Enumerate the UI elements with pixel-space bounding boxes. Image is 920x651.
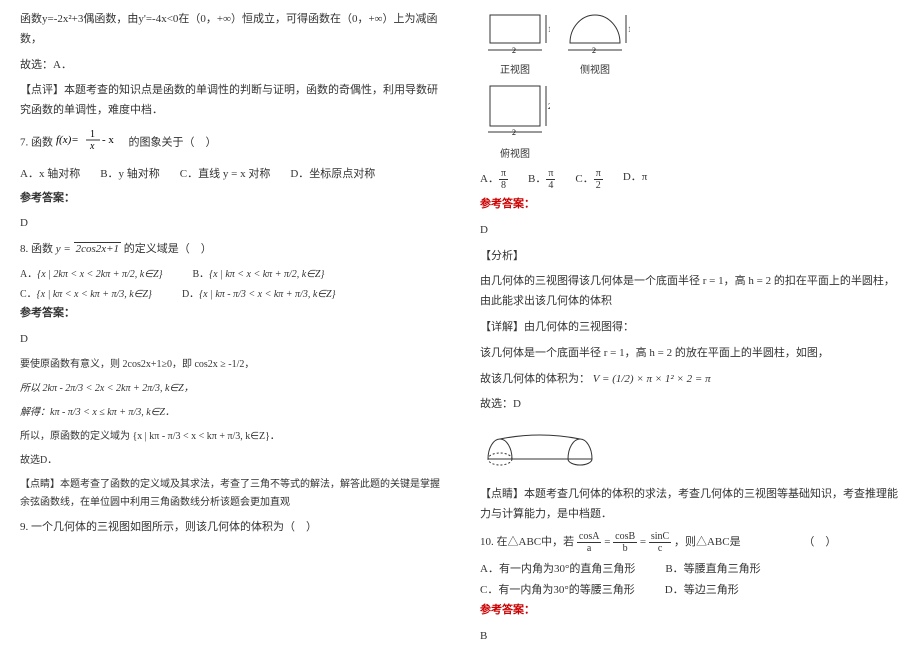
svg-text:1: 1 [548,25,550,34]
svg-text:2: 2 [592,46,596,55]
question-7: 7. 函数 f(x)= 1x - x 的图象关于（ ） [20,127,440,159]
comment: 【点睛】本题考查了函数的定义域及其求法，考查了三角不等式的解法，解答此题的关键是… [20,476,440,512]
solution-line: 故选D． [20,452,440,470]
formula-ratio: cosAa = cosBb = sinCc [577,531,671,554]
opt-c: C．直线 y = x 对称 [180,165,271,185]
svg-text:2: 2 [512,46,516,55]
formula-sqrt: y = 2cos2x+1 [56,242,121,255]
formula-fx: f(x)= 1x - x [56,127,126,159]
svg-text:x: x [89,141,95,151]
svg-text:- x: - x [102,134,114,146]
answer-10: B [480,627,900,647]
conclusion: 故选：D [480,395,900,415]
detail-label: 【详解】由几何体的三视图得： [480,318,900,338]
answer-7: D [20,214,440,234]
question-10: 10. 在△ABC中，若 cosAa = cosBb = sinCc ，则△AB… [480,531,900,554]
solution-line: 所以 2kπ - 2π/3 < 2x < 2kπ + 2π/3, k∈Z， [20,380,440,398]
opt-b: B．等腰直角三角形 [665,560,760,580]
opt-a: A．有一内角为30°的直角三角形 [480,560,635,580]
opt-d: D．{x | kπ - π/3 < x < kπ + π/3, k∈Z} [182,286,336,304]
q8-options: A．{x | 2kπ < x < 2kπ + π/2, k∈Z} B．{x | … [20,266,440,304]
solution-line: 所以，原函数的定义域为 {x | kπ - π/3 < x < kπ + π/3… [20,428,440,446]
comment: 【点评】本题考查的知识点是函数的单调性的判断与证明，函数的奇偶性，利用导数研究函… [20,81,440,121]
q-post: ，则△ABC是 [674,536,741,548]
front-view: 2 1 正视图 [480,10,550,80]
q-rest: 的定义域是（ ） [124,243,212,255]
opt-d: D．坐标原点对称 [290,165,375,185]
question-9: 9. 一个几何体的三视图如图所示，则该几何体的体积为（ ） [20,518,440,538]
fig-label: 正视图 [480,62,550,80]
q-label: 8. 函数 [20,243,53,255]
volume-line: 故该几何体的体积为： V = (1/2) × π × 1² × 2 = π [480,370,900,390]
q-pre: 10. 在△ABC中，若 [480,536,577,548]
text: 故该几何体的体积为： [480,373,590,385]
opt-b: B．y 轴对称 [100,165,160,185]
opt-c: C．π2 [575,168,602,191]
opt-a: A．π8 [480,168,508,191]
svg-text:1: 1 [628,25,630,34]
opt-b: B．π4 [528,168,555,191]
answer-label: 参考答案： [480,195,900,215]
svg-text:f(x)=: f(x)= [56,134,79,146]
answer-9: D [480,221,900,241]
opt-c: C．{x | kπ < x < kπ + π/3, k∈Z} [20,286,152,304]
svg-text:2: 2 [512,128,516,137]
opt-a: A．x 轴对称 [20,165,80,185]
left-column: 函数y=-2x²+3偶函数，由y'=-4x<0在（0，+∞）恒成立，可得函数在（… [0,10,460,641]
q10-options: A．有一内角为30°的直角三角形 B．等腰直角三角形 C．有一内角为30°的等腰… [480,560,900,602]
fig-label: 俯视图 [480,146,550,164]
analysis-label: 【分析】 [480,247,900,267]
q9-options: A．π8 B．π4 C．π2 D．π [480,168,900,191]
q-label: 7. 函数 [20,136,53,148]
opt-a: A．{x | 2kπ < x < 2kπ + π/2, k∈Z} [20,266,163,284]
svg-text:2: 2 [548,102,550,111]
half-cylinder-figure [480,421,900,479]
formula-volume: V = (1/2) × π × 1² × 2 = π [593,373,711,385]
comment: 【点睛】本题考查几何体的体积的求法，考查几何体的三视图等基础知识，考查推理能力与… [480,485,900,525]
q7-options: A．x 轴对称 B．y 轴对称 C．直线 y = x 对称 D．坐标原点对称 [20,165,440,185]
solution-line: 解得：kπ - π/3 < x ≤ kπ + π/3, k∈Z． [20,404,440,422]
top-view: 2 2 俯视图 [480,84,550,164]
text: 函数y=-2x²+3偶函数，由y'=-4x<0在（0，+∞）恒成立，可得函数在（… [20,10,440,50]
question-8: 8. 函数 y = 2cos2x+1 的定义域是（ ） [20,240,440,260]
detail-text: 该几何体是一个底面半径 r = 1，高 h = 2 的放在平面上的半圆柱，如图， [480,344,900,364]
sqrt-expr: 2cos2x+1 [74,242,121,255]
three-views-row1: 2 1 正视图 2 1 侧视图 [480,10,900,80]
q-blank: （ ） [803,536,836,548]
opt-d: D．π [623,168,648,191]
svg-text:1: 1 [90,129,95,140]
q-rest: 的图象关于（ ） [129,136,217,148]
right-column: 21 正视图 21 侧视图 22 俯视图 A．π8 B．π4 C．π2 D．π … [460,10,920,641]
answer-8: D [20,330,440,350]
solution-line: 要使原函数有意义，则 2cos2x+1≥0，即 cos2x ≥ -1/2， [20,356,440,374]
fig-label: 侧视图 [560,62,630,80]
opt-b: B．{x | kπ < x < kπ + π/2, k∈Z} [193,266,325,284]
side-view: 2 1 侧视图 [560,10,630,80]
answer-label: 参考答案： [480,601,900,621]
answer-label: 参考答案： [20,189,440,209]
opt-c: C．有一内角为30°的等腰三角形 [480,581,635,601]
three-views-row2: 2 2 俯视图 [480,84,900,164]
opt-d: D．等边三角形 [665,581,739,601]
analysis-text: 由几何体的三视图得该几何体是一个底面半径 r = 1，高 h = 2 的扣在平面… [480,272,900,312]
answer-label: 参考答案： [20,304,440,324]
text: 故选：A． [20,56,440,76]
